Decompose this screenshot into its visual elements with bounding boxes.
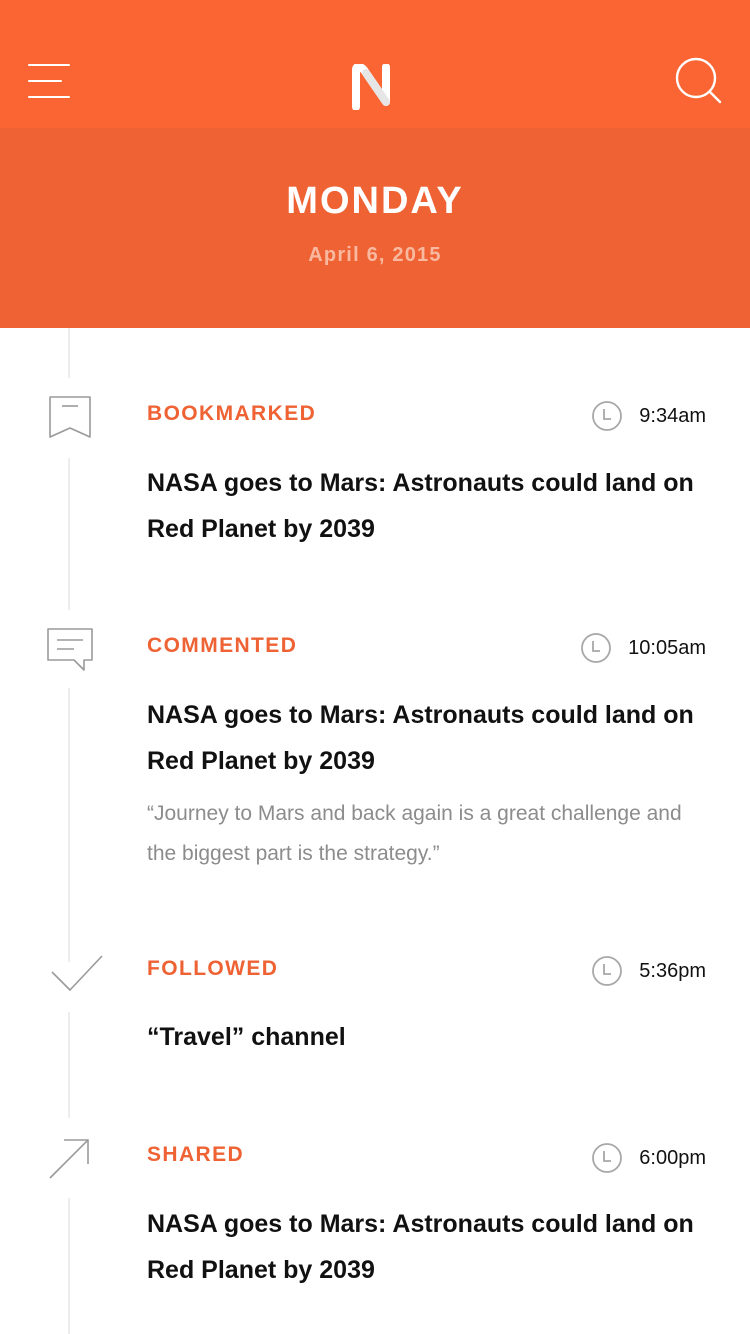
- activity-type-label: FOLLOWED: [147, 957, 279, 980]
- clock-icon: [581, 633, 612, 663]
- timeline-line: [68, 328, 70, 378]
- activity-timeline: BOOKMARKED 9:34am NASA goes to Mars: Ast…: [0, 328, 750, 1334]
- time-text: 9:34am: [639, 404, 706, 427]
- time-text: 10:05am: [628, 636, 706, 659]
- activity-type-label: BOOKMARKED: [147, 402, 317, 425]
- n-logo-icon[interactable]: [352, 64, 400, 110]
- activity-time: 6:00pm: [591, 1140, 706, 1176]
- time-text: 6:00pm: [639, 1146, 706, 1169]
- day-date: April 6, 2015: [308, 244, 442, 266]
- article-title-link[interactable]: NASA goes to Mars: Astronauts could land…: [147, 460, 717, 552]
- search-icon[interactable]: [674, 56, 724, 106]
- checkmark-icon: [51, 955, 103, 991]
- timeline-line: [68, 458, 70, 610]
- article-title-link[interactable]: NASA goes to Mars: Astronauts could land…: [147, 1201, 717, 1293]
- activity-time: 9:34am: [591, 398, 706, 434]
- timeline-line: [68, 688, 70, 962]
- clock-icon: [592, 1143, 623, 1173]
- hamburger-menu-icon[interactable]: [28, 62, 72, 102]
- activity-time: 5:36pm: [591, 953, 706, 989]
- day-banner: MONDAY April 6, 2015: [0, 128, 750, 328]
- share-arrow-icon: [49, 1139, 89, 1179]
- activity-type-label: SHARED: [147, 1143, 245, 1166]
- comment-quote: “Journey to Mars and back again is a gre…: [147, 802, 682, 865]
- timeline-line: [68, 1198, 70, 1334]
- clock-icon: [592, 401, 623, 431]
- bookmark-icon: [49, 396, 91, 438]
- activity-type-label: COMMENTED: [147, 634, 298, 657]
- article-title-link[interactable]: NASA goes to Mars: Astronauts could land…: [147, 692, 717, 784]
- top-bar: [0, 0, 750, 128]
- channel-title-link[interactable]: “Travel” channel: [147, 1014, 717, 1060]
- activity-time: 10:05am: [580, 630, 706, 666]
- day-title: MONDAY: [286, 180, 464, 222]
- clock-icon: [592, 956, 623, 986]
- timeline-line: [68, 1012, 70, 1118]
- comment-icon: [47, 628, 93, 671]
- time-text: 5:36pm: [639, 959, 706, 982]
